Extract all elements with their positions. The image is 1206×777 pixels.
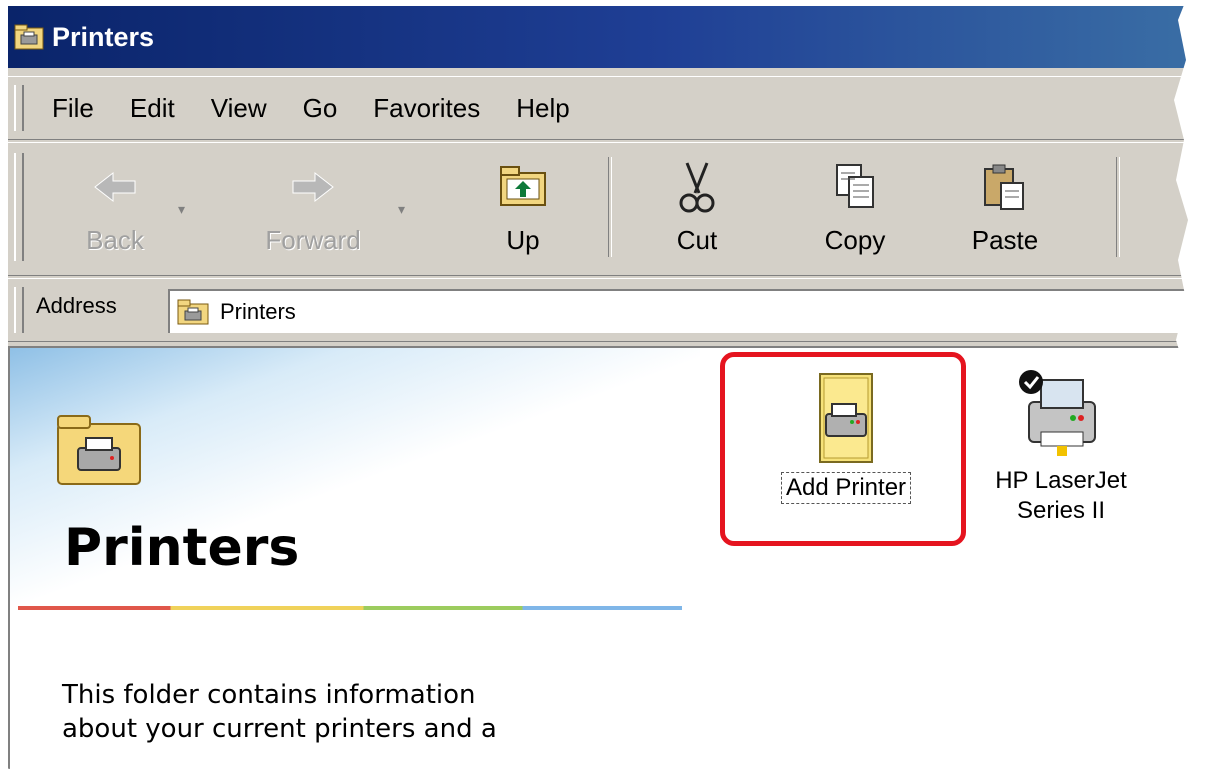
address-bar-grip[interactable] bbox=[14, 287, 24, 333]
title-bar[interactable]: Printers bbox=[8, 6, 1198, 68]
copy-icon bbox=[836, 164, 874, 208]
printers-folder-icon bbox=[57, 415, 141, 485]
printers-folder-icon bbox=[14, 23, 44, 51]
heading-divider bbox=[18, 606, 682, 610]
cut-label: Cut bbox=[676, 225, 718, 255]
folder-description: This folder contains information about y… bbox=[62, 678, 662, 746]
torn-edge bbox=[1174, 0, 1206, 777]
forward-dropdown-icon[interactable]: ▾ bbox=[398, 201, 416, 221]
hp-label-line: Series II bbox=[1016, 497, 1106, 524]
explorer-window: Printers File Edit View Go Favorites Hel… bbox=[8, 6, 1198, 777]
menu-go[interactable]: Go bbox=[285, 93, 356, 124]
add-printer-icon bbox=[819, 373, 873, 463]
back-button[interactable]: Back bbox=[60, 153, 170, 263]
back-arrow-icon bbox=[94, 171, 136, 203]
menu-bar-grip[interactable] bbox=[14, 85, 24, 131]
menu-help[interactable]: Help bbox=[498, 93, 587, 124]
add-printer-label: Add Printer bbox=[780, 472, 912, 504]
add-printer-item[interactable]: Add Printer bbox=[746, 368, 946, 504]
copy-label: Copy bbox=[824, 225, 886, 255]
description-line: This folder contains information bbox=[62, 680, 476, 710]
printers-folder-icon bbox=[177, 299, 209, 325]
folder-content: Printers This folder contains informatio… bbox=[8, 346, 1198, 777]
toolbar-separator bbox=[608, 157, 612, 257]
up-folder-icon bbox=[500, 166, 546, 206]
up-label: Up bbox=[506, 225, 540, 255]
toolbar-grip[interactable] bbox=[14, 153, 24, 261]
printer-icon bbox=[1019, 370, 1096, 456]
cut-button[interactable]: Cut bbox=[642, 153, 752, 263]
hp-laserjet-label: HP LaserJet Series II bbox=[995, 466, 1127, 526]
paste-button[interactable]: Paste bbox=[950, 153, 1060, 263]
forward-arrow-icon bbox=[292, 171, 334, 203]
hp-label-line: HP LaserJet bbox=[995, 467, 1127, 494]
copy-button[interactable]: Copy bbox=[800, 153, 910, 263]
back-dropdown-icon[interactable]: ▾ bbox=[178, 201, 196, 221]
up-button[interactable]: Up bbox=[468, 153, 578, 263]
forward-label: Forward bbox=[265, 225, 361, 255]
menu-view[interactable]: View bbox=[193, 93, 285, 124]
standard-toolbar: Back ▾ Forward ▾ Up Cut Copy Paste bbox=[8, 142, 1198, 276]
hp-laserjet-item[interactable]: HP LaserJet Series II bbox=[976, 362, 1146, 526]
back-label: Back bbox=[86, 225, 144, 255]
address-bar: Address Printers bbox=[8, 278, 1198, 342]
folder-info-pane: Printers This folder contains informatio… bbox=[8, 348, 700, 777]
address-label: Address bbox=[36, 293, 117, 318]
forward-button[interactable]: Forward bbox=[258, 153, 368, 263]
folder-heading: Printers bbox=[64, 518, 300, 578]
paste-icon bbox=[984, 164, 1024, 210]
paste-label: Paste bbox=[971, 225, 1039, 255]
toolbar-separator bbox=[1116, 157, 1120, 257]
scissors-icon bbox=[679, 162, 715, 213]
menu-file[interactable]: File bbox=[34, 93, 112, 124]
address-value: Printers bbox=[220, 299, 296, 324]
torn-edge bbox=[0, 745, 1206, 777]
address-input[interactable]: Printers bbox=[168, 289, 1198, 333]
window-title: Printers bbox=[52, 21, 155, 52]
menu-edit[interactable]: Edit bbox=[112, 93, 193, 124]
menu-favorites[interactable]: Favorites bbox=[355, 93, 498, 124]
menu-bar: File Edit View Go Favorites Help bbox=[8, 76, 1198, 140]
